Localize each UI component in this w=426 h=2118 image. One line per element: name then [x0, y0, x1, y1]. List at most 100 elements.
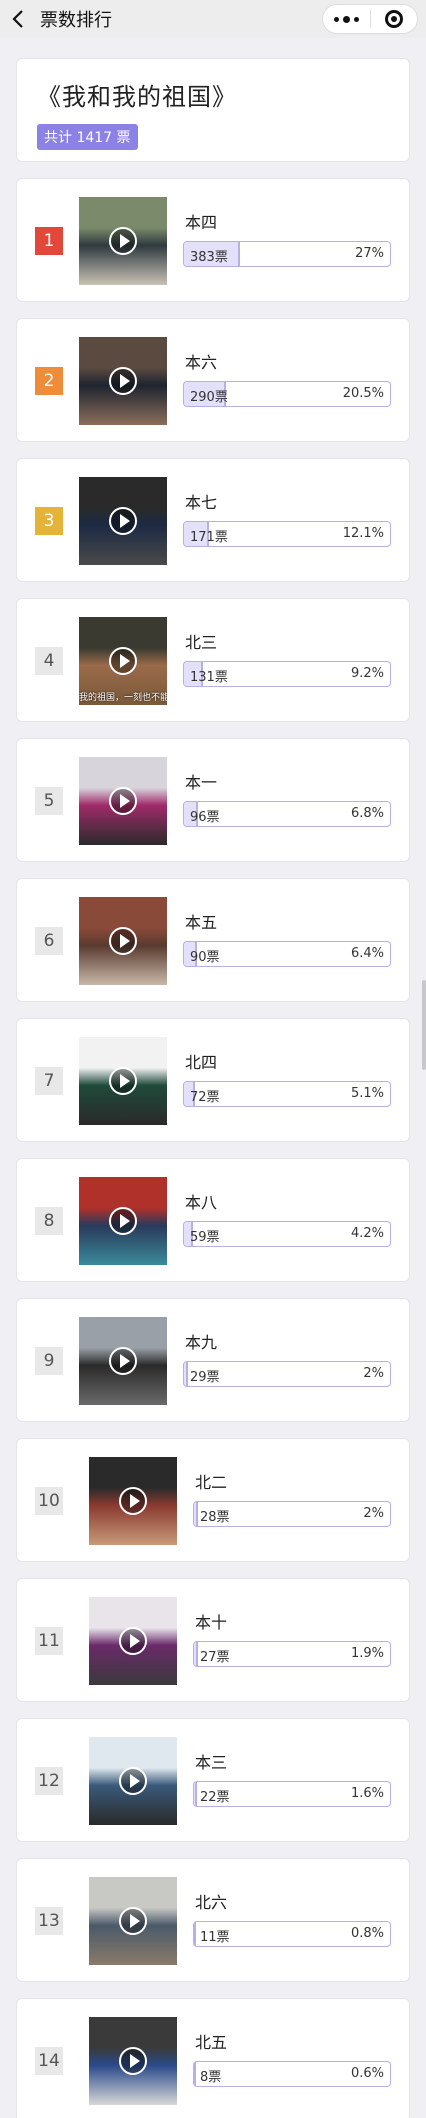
play-icon[interactable] [109, 1207, 137, 1235]
play-icon[interactable] [119, 1487, 147, 1515]
video-thumbnail[interactable] [79, 1317, 167, 1405]
vote-percentage: 5.1% [350, 1086, 384, 1101]
vote-count: 59票 [190, 1230, 220, 1245]
vote-percentage: 0.8% [350, 1926, 384, 1941]
class-name: 本八 [185, 1193, 218, 1212]
vote-progress-bar: 11票 0.8% [193, 1921, 391, 1947]
ranking-item[interactable]: 14 北五 8票 0.6% [16, 1998, 410, 2118]
class-name: 本九 [185, 1333, 218, 1352]
ranking-item[interactable]: 1 本四 383票 27% [16, 178, 410, 302]
vote-percentage: 2% [363, 1366, 384, 1381]
rank-badge: 13 [35, 1907, 63, 1935]
nav-bar: 票数排行 [0, 0, 426, 38]
vote-count: 90票 [190, 950, 220, 965]
vote-progress-bar: 90票 6.4% [183, 941, 391, 967]
class-name: 本一 [185, 773, 218, 792]
ranking-item[interactable]: 12 本三 22票 1.6% [16, 1718, 410, 1842]
vote-count: 28票 [200, 1510, 230, 1525]
ranking-item[interactable]: 6 本五 90票 6.4% [16, 878, 410, 1002]
rank-badge: 5 [35, 787, 63, 815]
ranking-item[interactable]: 3 本七 171票 12.1% [16, 458, 410, 582]
video-thumbnail[interactable] [89, 1877, 177, 1965]
play-icon[interactable] [109, 1347, 137, 1375]
ranking-item[interactable]: 9 本九 29票 2% [16, 1298, 410, 1422]
vote-percentage: 2% [363, 1506, 384, 1521]
vote-progress-fill [194, 1642, 198, 1666]
ranking-item[interactable]: 4 我的祖国，一刻也不能 北三 131票 9.2% [16, 598, 410, 722]
play-icon[interactable] [109, 507, 137, 535]
play-icon[interactable] [109, 647, 137, 675]
video-thumbnail[interactable] [79, 197, 167, 285]
ranking-item[interactable]: 13 北六 11票 0.8% [16, 1858, 410, 1982]
ranking-item[interactable]: 2 本六 290票 20.5% [16, 318, 410, 442]
vote-count: 27票 [200, 1650, 230, 1665]
class-name: 北四 [185, 1053, 218, 1072]
ranking-list: 1 本四 383票 27% 2 本六 290票 20.5% 3 本七 171票 12.1% 4 我的祖国，… [16, 178, 410, 2118]
vote-progress-bar: 28票 2% [193, 1501, 391, 1527]
video-thumbnail[interactable] [79, 477, 167, 565]
vote-progress-bar: 290票 20.5% [183, 381, 391, 407]
back-button[interactable] [0, 0, 36, 38]
play-icon[interactable] [119, 1907, 147, 1935]
vote-progress-bar: 8票 0.6% [193, 2061, 391, 2087]
video-thumbnail[interactable] [89, 1597, 177, 1685]
vote-percentage: 4.2% [350, 1226, 384, 1241]
vote-percentage: 1.9% [350, 1646, 384, 1661]
rank-badge: 10 [35, 1487, 63, 1515]
play-icon[interactable] [109, 227, 137, 255]
video-thumbnail[interactable] [79, 337, 167, 425]
vote-count: 171票 [190, 530, 228, 545]
video-thumbnail[interactable] [79, 897, 167, 985]
vote-count: 11票 [200, 1930, 230, 1945]
vote-count: 131票 [190, 670, 228, 685]
class-name: 北二 [195, 1473, 228, 1492]
vote-count: 72票 [190, 1090, 220, 1105]
vote-count: 29票 [190, 1370, 220, 1385]
play-icon[interactable] [109, 787, 137, 815]
vote-percentage: 6.8% [350, 806, 384, 821]
play-icon[interactable] [119, 2047, 147, 2075]
vote-progress-bar: 96票 6.8% [183, 801, 391, 827]
mini-program-close-icon[interactable] [370, 10, 417, 28]
chevron-left-icon [12, 10, 23, 28]
video-caption: 我的祖国，一刻也不能 [79, 693, 167, 703]
play-icon[interactable] [109, 367, 137, 395]
video-thumbnail[interactable] [89, 2017, 177, 2105]
ranking-item[interactable]: 5 本一 96票 6.8% [16, 738, 410, 862]
vote-progress-bar: 29票 2% [183, 1361, 391, 1387]
play-icon[interactable] [109, 1067, 137, 1095]
vote-progress-fill [184, 1362, 189, 1386]
class-name: 本三 [195, 1753, 228, 1772]
total-votes-badge: 共计 1417 票 [37, 124, 138, 150]
video-thumbnail[interactable] [79, 757, 167, 845]
class-name: 北六 [195, 1893, 228, 1912]
class-name: 北三 [185, 633, 218, 652]
vote-percentage: 12.1% [342, 526, 384, 541]
video-thumbnail[interactable] [79, 1037, 167, 1125]
ranking-item[interactable]: 7 北四 72票 5.1% [16, 1018, 410, 1142]
video-thumbnail[interactable] [79, 1177, 167, 1265]
video-thumbnail[interactable] [89, 1737, 177, 1825]
rank-badge: 7 [35, 1067, 63, 1095]
more-dots-icon[interactable] [323, 15, 370, 23]
video-thumbnail[interactable]: 我的祖国，一刻也不能 [79, 617, 167, 705]
summary-card: 《我和我的祖国》 共计 1417 票 [16, 58, 410, 162]
vote-progress-bar: 383票 27% [183, 241, 391, 267]
class-name: 北五 [195, 2033, 228, 2052]
class-name: 本七 [185, 493, 218, 512]
rank-badge: 3 [35, 507, 63, 535]
vote-percentage: 1.6% [350, 1786, 384, 1801]
vote-percentage: 0.6% [350, 2066, 384, 2081]
rank-badge: 12 [35, 1767, 63, 1795]
scrollbar[interactable] [422, 980, 426, 1070]
video-thumbnail[interactable] [89, 1457, 177, 1545]
play-icon[interactable] [109, 927, 137, 955]
play-icon[interactable] [119, 1627, 147, 1655]
class-name: 本十 [195, 1613, 228, 1632]
rank-badge: 1 [35, 227, 63, 255]
play-icon[interactable] [119, 1767, 147, 1795]
ranking-item[interactable]: 11 本十 27票 1.9% [16, 1578, 410, 1702]
ranking-item[interactable]: 8 本八 59票 4.2% [16, 1158, 410, 1282]
class-name: 本五 [185, 913, 218, 932]
ranking-item[interactable]: 10 北二 28票 2% [16, 1438, 410, 1562]
